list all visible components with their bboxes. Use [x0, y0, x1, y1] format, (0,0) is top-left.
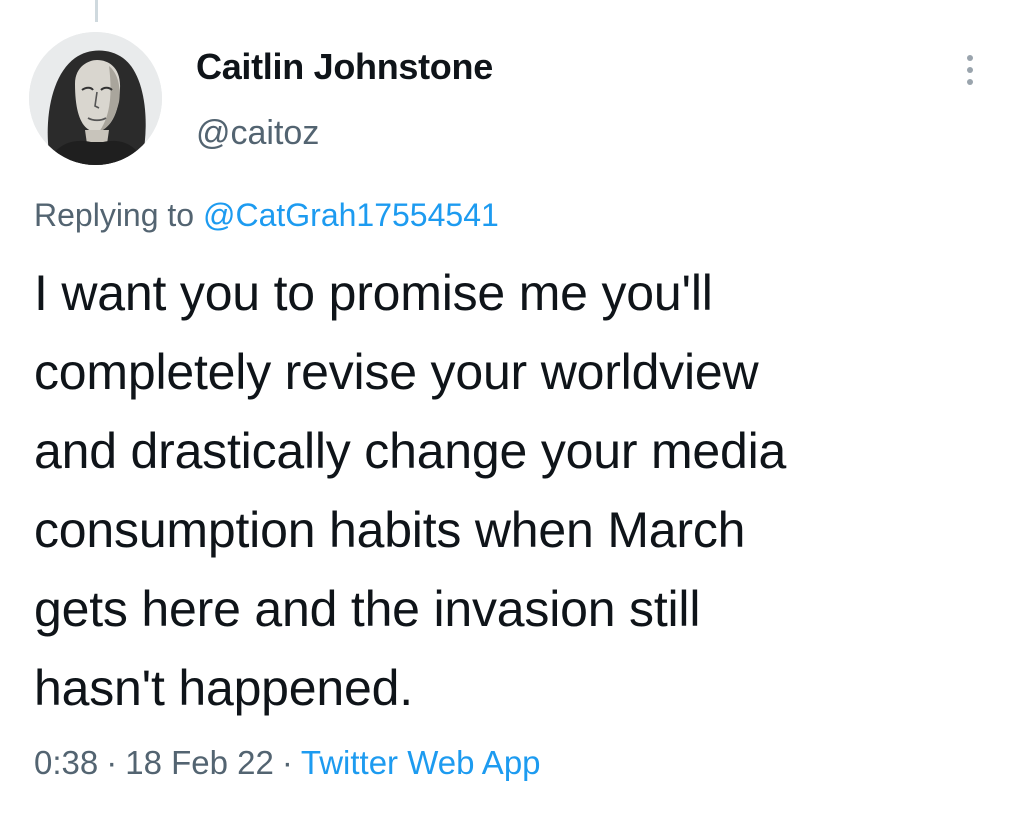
- tweet-text: I want you to promise me you'll complete…: [34, 254, 1009, 728]
- replying-to-label: Replying to: [34, 197, 195, 233]
- tweet-text-line: completely revise your worldview: [34, 344, 759, 400]
- replying-to: Replying to @CatGrah17554541: [34, 197, 499, 234]
- tweet-text-line: gets here and the invasion still: [34, 581, 701, 637]
- avatar[interactable]: [29, 32, 162, 165]
- more-vertical-icon: [967, 67, 973, 73]
- tweet-metadata: 0:38 · 18 Feb 22 · Twitter Web App: [34, 744, 541, 782]
- more-vertical-icon: [967, 79, 973, 85]
- tweet-text-line: and drastically change your media: [34, 423, 787, 479]
- tweet-text-line: consumption habits when March: [34, 502, 746, 558]
- tweet-time[interactable]: 0:38: [34, 744, 98, 781]
- thread-connector-line: [95, 0, 98, 22]
- tweet-source-link[interactable]: Twitter Web App: [301, 744, 541, 781]
- reply-mention-link[interactable]: @CatGrah17554541: [203, 197, 499, 233]
- tweet-text-line: I want you to promise me you'll: [34, 265, 713, 321]
- more-vertical-icon: [967, 55, 973, 61]
- author-handle[interactable]: @caitoz: [196, 114, 319, 153]
- tweet-text-line: hasn't happened.: [34, 660, 413, 716]
- meta-separator: ·: [281, 744, 293, 781]
- meta-separator: ·: [106, 744, 118, 781]
- avatar-illustration: [29, 32, 162, 165]
- more-options-button[interactable]: [956, 48, 984, 92]
- tweet-date[interactable]: 18 Feb 22: [125, 744, 274, 781]
- author-display-name[interactable]: Caitlin Johnstone: [196, 46, 493, 88]
